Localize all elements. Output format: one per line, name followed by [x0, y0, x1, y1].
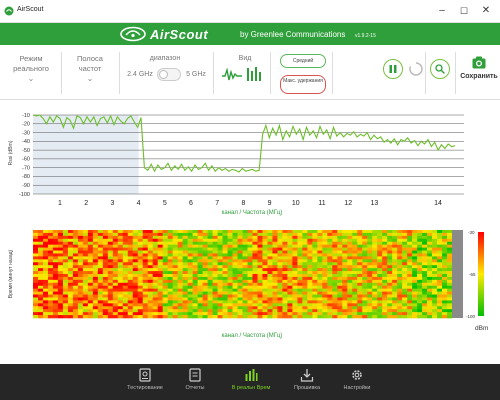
heatmap-ylabel: Время (минут назад) — [8, 249, 14, 298]
heatmap-cells — [33, 230, 453, 319]
heatmap-xlabel: канал / Частота (МГц) — [222, 333, 283, 339]
color-scale-bar — [478, 232, 484, 316]
download-icon — [300, 369, 314, 382]
maximize-icon: ☐ — [459, 6, 469, 16]
view-label: Вид — [238, 55, 252, 62]
y-tick-label: -90 — [22, 183, 30, 189]
brand-byline: by Greenlee Communications — [240, 30, 346, 39]
x-tick-label: 12 — [344, 200, 352, 207]
gear-icon — [352, 370, 362, 380]
save-button[interactable]: Сохранить — [458, 55, 500, 85]
rssi-axis-label: Rssi (dBm) — [8, 140, 14, 165]
waterfall-view-icon[interactable] — [246, 66, 262, 82]
close-button[interactable]: ✕ — [478, 4, 494, 18]
report-icon — [189, 368, 201, 382]
x-tick-label: 3 — [110, 200, 114, 207]
toolbar-divider — [455, 52, 456, 94]
brand-version: v1.9.2-15 — [355, 33, 376, 39]
realtime-chart-icon — [245, 369, 258, 381]
y-tick-label: -10 — [22, 113, 30, 119]
nav-label: В реальн Врем — [231, 385, 271, 391]
scale-min-label: -100 — [466, 314, 476, 319]
y-tick-label: -40 — [22, 139, 30, 145]
toggle-knob — [159, 70, 168, 79]
range-label: диапазон — [149, 55, 181, 62]
band-toggle[interactable] — [157, 68, 181, 81]
x-tick-label: 5 — [163, 200, 167, 207]
range-left-label: 2.4 GHz — [127, 71, 153, 78]
rssi-line-chart: -10-20-30-40-50-60-70-80-90-100 12345678… — [8, 113, 464, 216]
x-tick-label: 6 — [189, 200, 193, 207]
nav-item-realtime-chart[interactable]: В реальн Врем — [226, 366, 276, 396]
window-title: AirScout — [17, 6, 44, 13]
maximize-button[interactable]: ☐ — [456, 4, 472, 18]
brand-name: AirScout — [150, 27, 209, 42]
nav-label: Тестирование — [127, 385, 163, 391]
average-button[interactable]: Средний — [280, 54, 326, 68]
scale-max-label: -30 — [468, 230, 475, 235]
chevron-down-icon: ⌄ — [27, 74, 35, 83]
mode-label: Режим реального — [13, 54, 49, 73]
mode-dropdown[interactable]: Режим реального ⌄ — [8, 54, 54, 83]
zoom-button[interactable] — [430, 59, 450, 79]
nav-item-download[interactable]: Прошивка — [282, 366, 332, 396]
nav-item-test[interactable]: Тестирование — [120, 366, 170, 396]
scale-mid-label: -65 — [469, 272, 476, 277]
line-chart-xlabel: канал / Частота (МГц) — [222, 210, 283, 216]
toolbar-divider — [61, 52, 62, 94]
refresh-spinner-icon — [409, 62, 423, 76]
band-dropdown[interactable]: Полоса частот ⌄ — [66, 54, 114, 83]
scale-unit-label: dBm — [475, 325, 488, 332]
y-tick-label: -60 — [22, 157, 30, 163]
camera-icon — [472, 56, 486, 69]
toolbar-divider — [332, 52, 333, 94]
airscout-logo-icon — [120, 26, 146, 42]
heatmap-scrollbar[interactable] — [452, 230, 463, 318]
max-hold-button[interactable]: Макс. удержания — [280, 75, 326, 94]
pause-button[interactable] — [383, 59, 403, 79]
toolbar-divider — [213, 52, 214, 94]
close-icon: ✕ — [481, 5, 491, 16]
app-icon — [4, 6, 14, 16]
x-tick-label: 7 — [215, 200, 219, 207]
toolbar-divider — [425, 52, 426, 94]
toolbar-divider — [119, 52, 120, 94]
x-tick-label: 8 — [241, 200, 245, 207]
y-tick-label: -100 — [19, 192, 30, 198]
x-tick-label: 10 — [292, 200, 300, 207]
minimize-button[interactable]: – — [434, 4, 450, 18]
selected-channel-range — [33, 115, 139, 194]
y-tick-label: -20 — [22, 122, 30, 128]
nav-item-report[interactable]: Отчеты — [170, 366, 220, 396]
chevron-down-icon: ⌄ — [86, 74, 94, 83]
waveform-view-icon[interactable] — [222, 68, 242, 82]
y-tick-label: -80 — [22, 174, 30, 180]
nav-label: Настройки — [343, 385, 371, 391]
toolbar-divider — [270, 52, 271, 94]
x-tick-label: 1 — [58, 200, 62, 207]
y-tick-label: -70 — [22, 165, 30, 171]
test-icon — [139, 368, 151, 382]
nav-item-gear[interactable]: Настройки — [332, 366, 382, 396]
waterfall-heatmap: -30 -65 -100 dBm Время (минут назад) кан… — [8, 230, 488, 339]
title-bar — [0, 0, 500, 23]
range-right-label: 5 GHz — [186, 71, 206, 78]
x-tick-label: 2 — [84, 200, 88, 207]
band-label: Полоса частот — [77, 54, 103, 73]
app-window: AirScout – ☐ ✕ AirScout by Greenlee Comm… — [0, 0, 500, 400]
x-tick-label: 9 — [268, 200, 272, 207]
x-tick-label: 14 — [434, 200, 442, 207]
zoom-icon — [435, 64, 445, 74]
nav-label: Прошивка — [293, 385, 321, 391]
x-tick-label: 4 — [137, 200, 141, 207]
y-tick-label: -30 — [22, 130, 30, 136]
x-tick-label: 13 — [371, 200, 379, 207]
minimize-icon: – — [439, 5, 445, 16]
y-tick-label: -50 — [22, 148, 30, 154]
save-label: Сохранить — [460, 73, 498, 80]
x-tick-label: 11 — [318, 200, 325, 207]
nav-label: Отчеты — [185, 385, 205, 391]
pause-icon — [389, 65, 397, 73]
